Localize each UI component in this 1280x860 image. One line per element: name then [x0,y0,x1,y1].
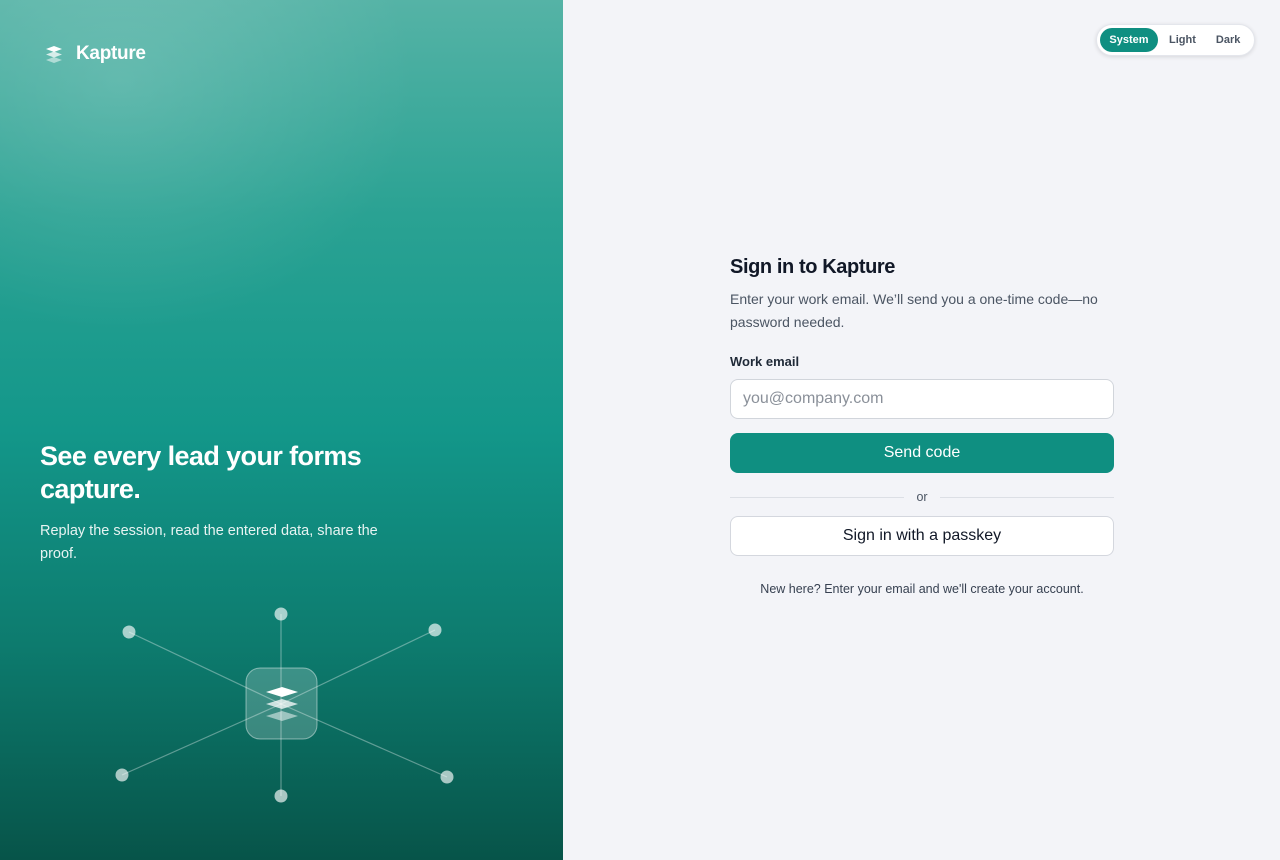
brand: Kapture [44,43,146,65]
network-node [274,607,288,621]
network-node [122,625,136,639]
hero-subline: Replay the session, read the entered dat… [40,523,378,562]
divider-text: or [916,490,928,504]
network-node [115,768,129,782]
send-code-button[interactable]: Send code [730,433,1114,473]
theme-option-light[interactable]: Light [1160,28,1205,52]
hero-panel: Kapture See every lead your forms captur… [0,0,563,860]
page-title: Sign in to Kapture [730,256,896,278]
theme-toggle: System Light Dark [1096,24,1255,56]
network-node [440,770,454,784]
email-field[interactable] [730,379,1114,419]
signup-hint: New here? Enter your email and we'll cre… [760,582,1084,596]
signin-form: Sign in to Kapture Enter your work email… [730,254,1114,597]
email-label: Work email [730,354,800,369]
network-hub-illustration [115,607,454,803]
hero-headline: See every lead your forms capture. [40,441,362,504]
hub-layers-icon [266,687,298,721]
signin-description: Enter your work email. We’ll send you a … [730,291,1098,330]
passkey-signin-button[interactable]: Sign in with a passkey [730,516,1114,556]
theme-option-system[interactable]: System [1100,28,1158,52]
brand-name: Kapture [76,43,146,64]
network-node [428,623,442,637]
or-divider: or [730,490,1114,504]
divider-line [939,496,1114,498]
theme-option-dark[interactable]: Dark [1207,28,1249,52]
layers-stack-icon [46,46,62,63]
network-node [274,789,288,803]
divider-line [730,496,905,498]
